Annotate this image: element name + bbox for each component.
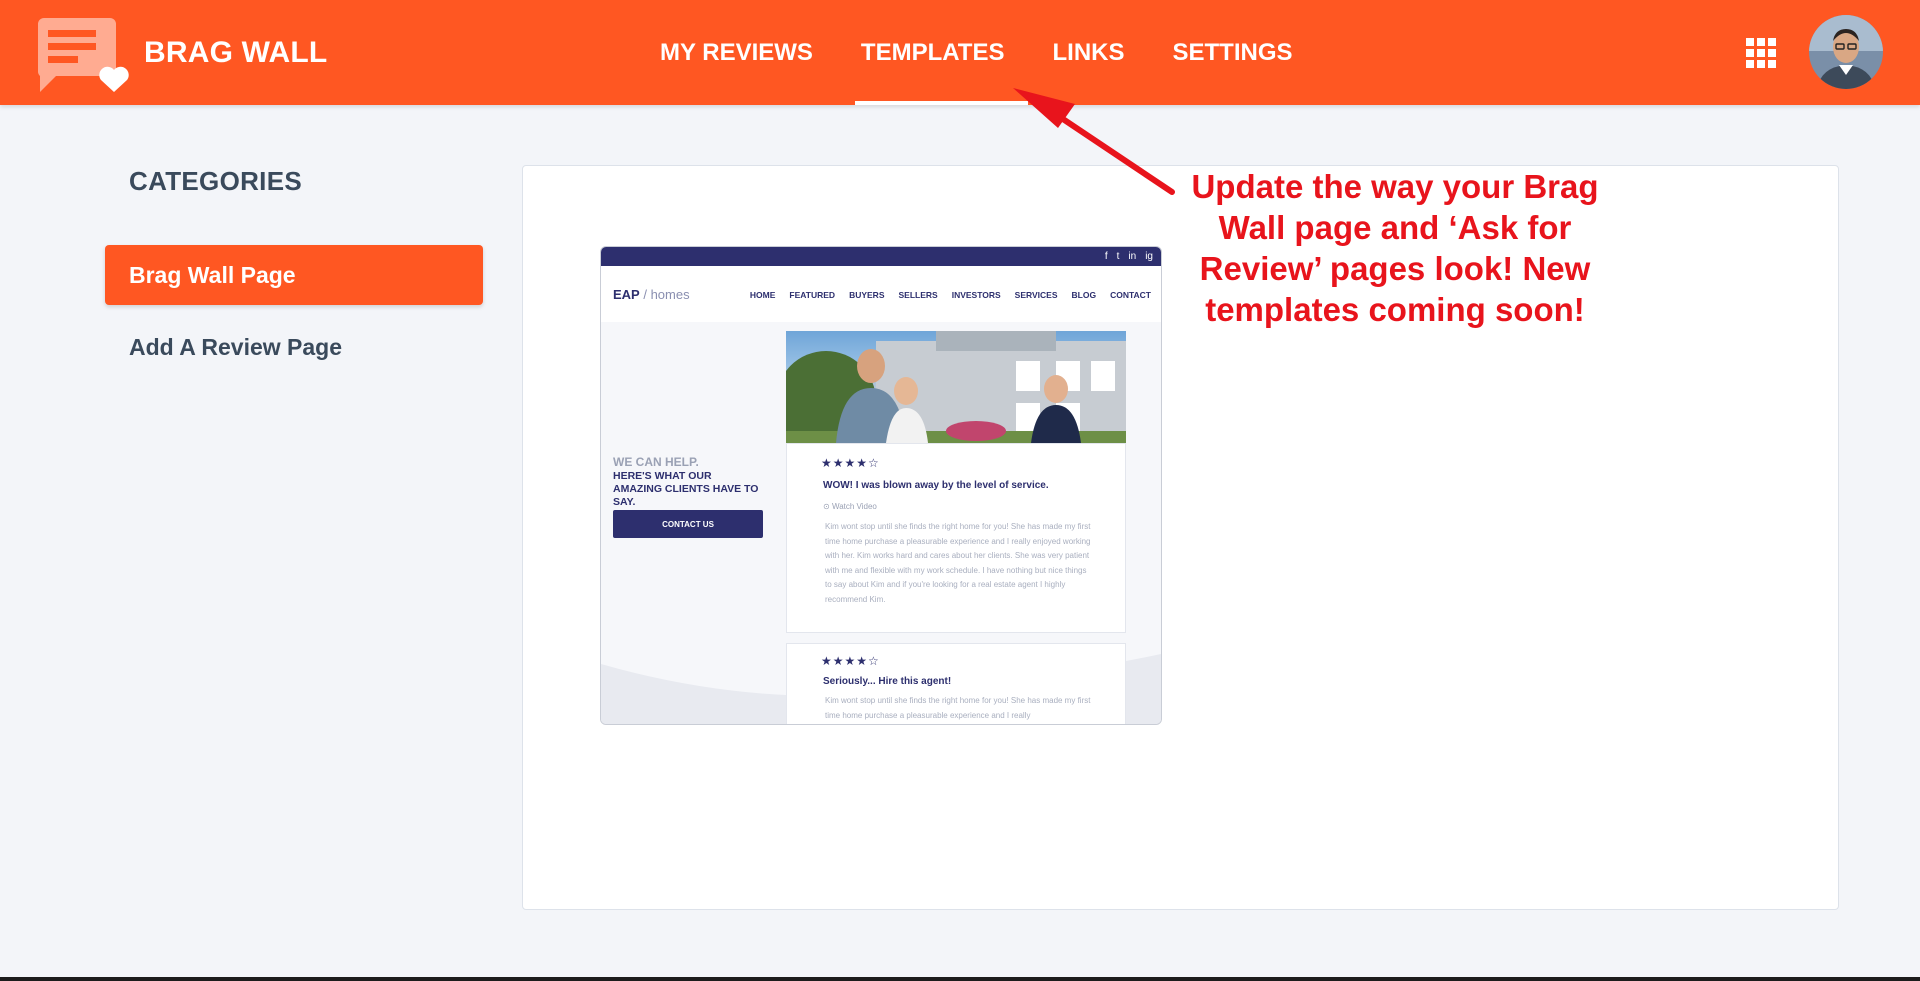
preview-menu-item: SERVICES: [1014, 290, 1058, 300]
preview-menu-item: BLOG: [1071, 290, 1097, 300]
nav-templates[interactable]: TEMPLATES: [837, 0, 1029, 105]
apps-grid-icon[interactable]: [1746, 38, 1776, 68]
main-nav: MY REVIEWS TEMPLATES LINKS SETTINGS: [636, 0, 1317, 105]
preview-menu: HOME FEATURED BUYERS SELLERS INVESTORS S…: [750, 290, 1151, 300]
preview-hero-photo: [786, 331, 1126, 443]
preview-menu-item: SELLERS: [898, 290, 938, 300]
play-circle-icon: ⊙: [823, 502, 832, 511]
preview-review-title: WOW! I was blown away by the level of se…: [823, 480, 1049, 491]
template-preview-card[interactable]: f t in ig EAP / homes HOME FEATURED BUYE…: [600, 246, 1162, 725]
avatar-photo-icon: [1809, 15, 1883, 89]
nav-my-reviews[interactable]: MY REVIEWS: [636, 0, 837, 105]
facebook-icon: f: [1104, 251, 1108, 262]
preview-review-card: ★★★★☆ WOW! I was blown away by the level…: [786, 443, 1126, 633]
preview-menu-item: CONTACT: [1110, 290, 1151, 300]
nav-links[interactable]: LINKS: [1028, 0, 1148, 105]
twitter-icon: t: [1116, 251, 1120, 262]
preview-watch-video: ⊙ Watch Video: [823, 502, 877, 511]
category-brag-wall-page[interactable]: Brag Wall Page: [105, 245, 483, 305]
nav-settings[interactable]: SETTINGS: [1148, 0, 1316, 105]
preview-contact-button: CONTACT US: [613, 510, 763, 538]
preview-review-title: Seriously... Hire this agent!: [823, 676, 952, 687]
preview-logo: EAP / homes: [613, 287, 690, 302]
category-add-review-page[interactable]: Add A Review Page: [105, 317, 483, 377]
bottom-strip: [0, 977, 1920, 981]
preview-menu-item: BUYERS: [849, 290, 885, 300]
preview-menu-item: FEATURED: [789, 290, 836, 300]
brand-name[interactable]: BRAG WALL: [144, 36, 327, 70]
preview-review-text: Kim wont stop until she finds the right …: [825, 696, 1091, 720]
preview-review-card: ★★★★☆ Seriously... Hire this agent! Kim …: [786, 643, 1126, 724]
preview-left-title: WE CAN HELP.: [613, 455, 699, 469]
linkedin-icon: in: [1128, 251, 1137, 262]
preview-stars: ★★★★☆: [821, 456, 880, 470]
preview-review-text: Kim wont stop until she finds the right …: [825, 522, 1091, 604]
preview-topbar: f t in ig: [601, 247, 1161, 266]
preview-left-subtitle: HERE'S WHAT OUR AMAZING CLIENTS HAVE TO …: [613, 470, 759, 508]
instagram-icon: ig: [1145, 251, 1153, 262]
preview-stars: ★★★★☆: [821, 654, 880, 668]
categories-title: CATEGORIES: [129, 166, 302, 196]
brag-wall-logo-icon[interactable]: [34, 16, 134, 96]
top-bar: BRAG WALL MY REVIEWS TEMPLATES LINKS SET…: [0, 0, 1920, 105]
preview-header: EAP / homes HOME FEATURED BUYERS SELLERS…: [601, 266, 1161, 322]
preview-menu-item: INVESTORS: [951, 290, 1001, 300]
annotation-callout: Update the way your Brag Wall page and ‘…: [1191, 168, 1599, 328]
user-avatar[interactable]: [1809, 15, 1883, 89]
preview-menu-item: HOME: [749, 290, 776, 300]
